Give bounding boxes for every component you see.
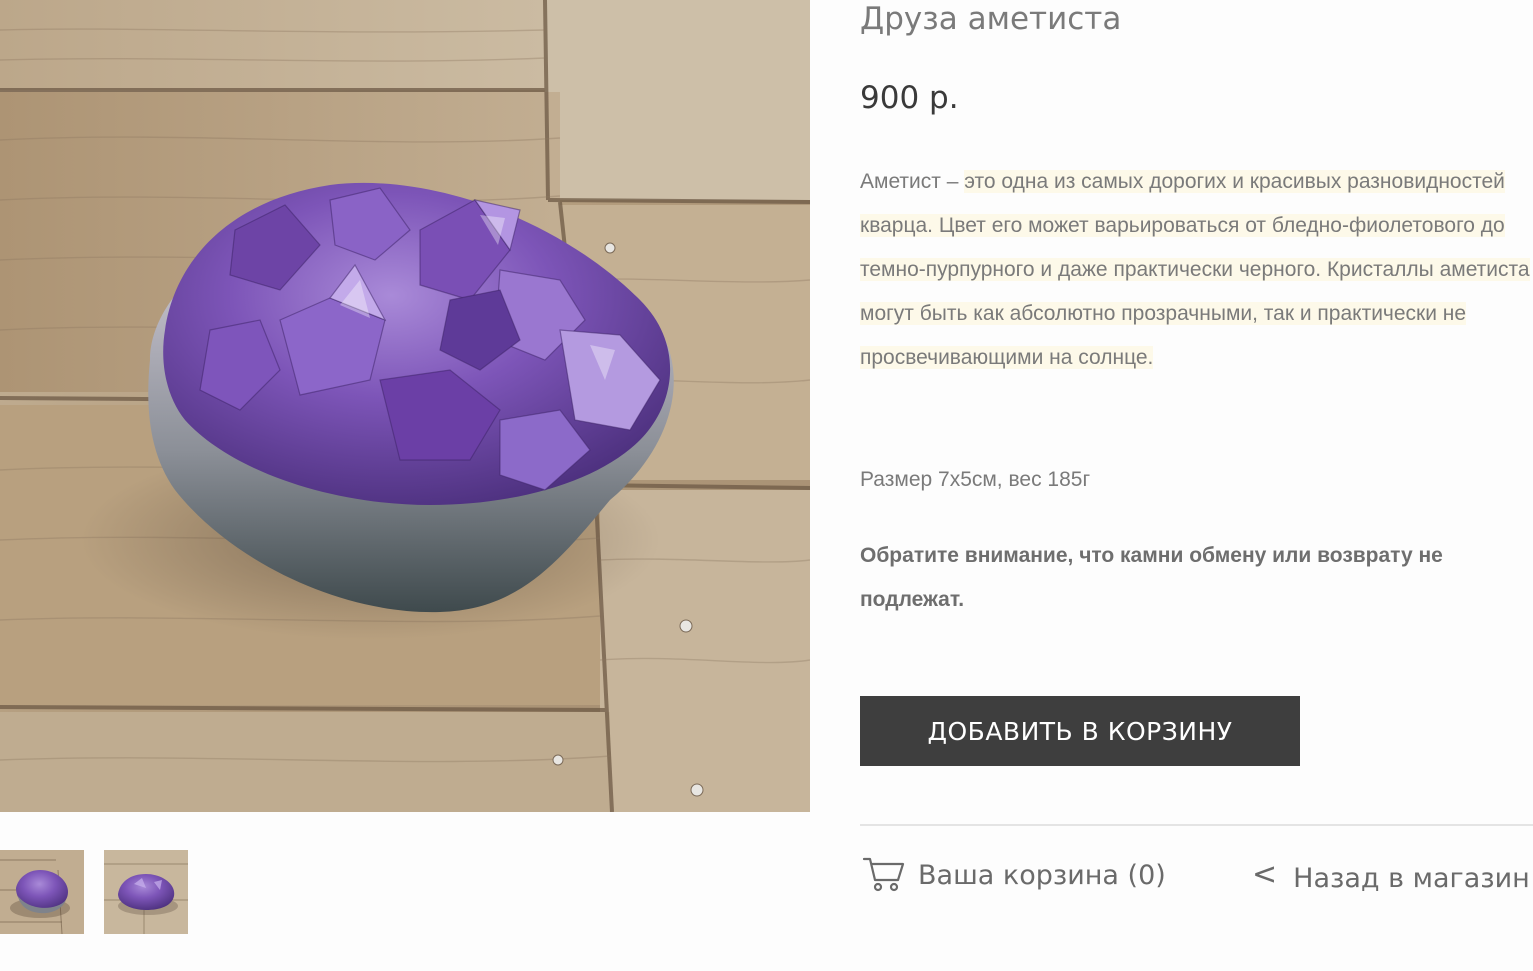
- product-thumbnail-1[interactable]: [0, 850, 84, 934]
- product-description: Аметист – это одна из самых дорогих и кр…: [860, 160, 1533, 380]
- shopping-cart-icon: [862, 853, 906, 898]
- description-lead: Аметист –: [860, 170, 965, 193]
- description-body: это одна из самых дорогих и красивых раз…: [860, 170, 1530, 369]
- amethyst-photo: [0, 0, 810, 812]
- chevron-left-icon: <: [1252, 857, 1278, 892]
- cart-label: Ваша корзина (0): [918, 859, 1166, 891]
- product-price: 900 р.: [860, 80, 959, 116]
- section-divider: [860, 824, 1533, 826]
- product-page: Друза аметиста 900 р. Аметист – это одна…: [0, 0, 1533, 971]
- cart-link[interactable]: Ваша корзина (0): [862, 852, 1166, 898]
- back-to-shop-label: Назад в магазин: [1293, 862, 1530, 894]
- product-main-image[interactable]: [0, 0, 810, 812]
- back-to-shop-link[interactable]: < Назад в магазин: [1252, 856, 1530, 900]
- product-spec: Размер 7х5см, вес 185г: [860, 468, 1091, 491]
- product-title: Друза аметиста: [860, 1, 1122, 37]
- return-policy-note: Обратите внимание, что камни обмену или …: [860, 544, 1443, 611]
- amethyst-thumbnail-1: [0, 850, 84, 934]
- add-to-cart-button[interactable]: ДОБАВИТЬ В КОРЗИНУ: [860, 696, 1300, 766]
- product-thumbnail-2[interactable]: [104, 850, 188, 934]
- amethyst-thumbnail-2: [104, 850, 188, 934]
